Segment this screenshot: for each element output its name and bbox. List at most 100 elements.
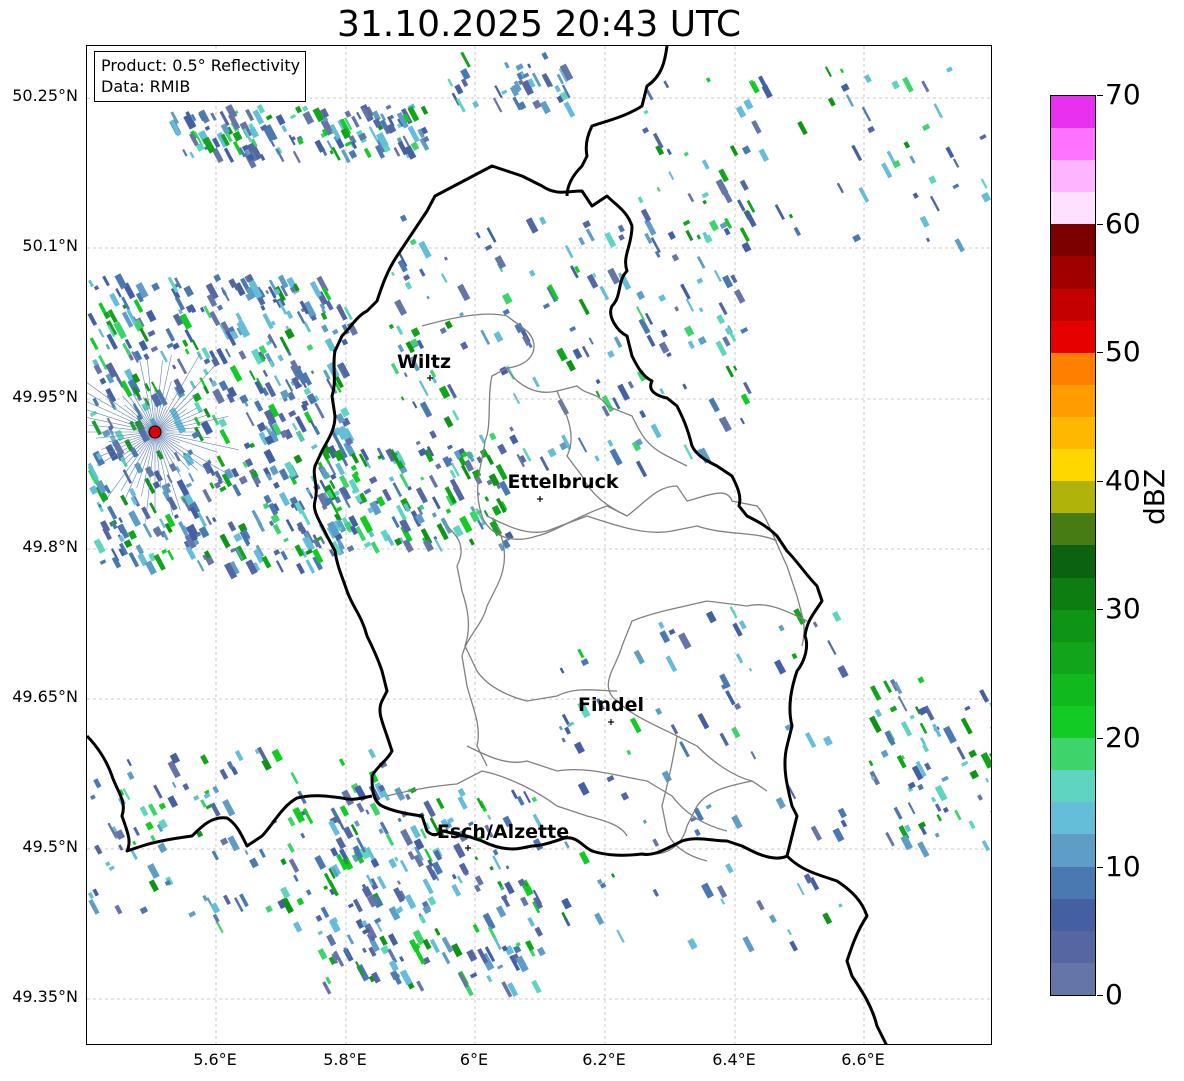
echo-cell [323, 885, 329, 891]
echo-cell [921, 123, 931, 132]
echo-cell [652, 838, 660, 847]
echo-cell [456, 97, 466, 113]
echo-cell [153, 784, 163, 799]
echo-cell [126, 771, 135, 780]
colorbar-bin [1051, 673, 1095, 707]
echo-cell [946, 66, 953, 73]
echo-cell [480, 329, 491, 346]
echo-cell [607, 267, 621, 285]
echo-cell [698, 307, 704, 313]
echo-cell [87, 312, 98, 326]
echo-cell [330, 847, 339, 857]
echo-cell [719, 732, 729, 747]
colorbar-bin [1051, 192, 1095, 225]
echo-cell [893, 806, 903, 820]
echo-cell [743, 98, 754, 111]
radar-site-marker[interactable] [148, 425, 162, 439]
germany-border [785, 854, 888, 1044]
echo-cell [280, 858, 287, 866]
echo-cell [685, 229, 694, 242]
echo-cell [466, 949, 478, 962]
echo-cell [685, 298, 695, 312]
echo-cell [185, 482, 192, 488]
echo-cell [317, 948, 328, 960]
lon-tick-label: 6.4°E [712, 1050, 756, 1069]
echo-cell [735, 105, 747, 119]
colorbar-bin [1051, 320, 1095, 353]
radar-map[interactable] [86, 45, 992, 1045]
radar-site-dot[interactable] [148, 425, 162, 439]
info-box: Product: 0.5° Reflectivity Data: RMIB [94, 51, 307, 102]
echo-cell [715, 178, 729, 196]
district-boundary [461, 525, 506, 767]
echo-cell [118, 844, 124, 851]
echo-cell [737, 199, 746, 212]
echo-cell [925, 237, 931, 243]
echo-cell [509, 426, 514, 432]
echo-cell [132, 840, 137, 846]
echo-cell [739, 227, 750, 243]
echo-cell [730, 274, 738, 284]
echo-cell [581, 345, 590, 358]
echo-cell [718, 301, 728, 316]
echo-cell [419, 401, 433, 418]
echo-cell [494, 85, 503, 99]
colorbar-bin [1051, 513, 1095, 546]
echo-cell [977, 794, 983, 801]
echo-cell [235, 312, 243, 321]
echo-cell [750, 751, 757, 760]
echo-cell [200, 420, 213, 436]
echo-cell [474, 875, 484, 886]
echo-cell [394, 299, 408, 316]
echo-cell [376, 922, 383, 932]
echo-cell [722, 336, 731, 347]
colorbar-bin [1051, 160, 1095, 193]
echo-cell [196, 559, 205, 572]
echo-cell [142, 523, 153, 538]
echo-cell [323, 369, 331, 381]
echo-cell [827, 640, 837, 655]
echo-cell [278, 491, 291, 507]
echo-cell [292, 150, 301, 164]
echo-cell [148, 879, 159, 892]
echo-cell [215, 920, 224, 934]
echo-cell [556, 347, 568, 362]
echo-cell [263, 494, 272, 504]
echo-cell [751, 120, 762, 134]
echo-cell [412, 401, 418, 409]
echo-cell [296, 897, 305, 906]
echo-cell [400, 828, 414, 847]
echo-cell [209, 482, 215, 489]
echo-cell [851, 144, 863, 162]
echo-cell [684, 325, 695, 337]
echo-cell [171, 781, 177, 788]
echo-cell [167, 549, 175, 561]
echo-cell [572, 348, 583, 360]
echo-cell [701, 159, 710, 170]
echo-cell [272, 523, 282, 535]
echo-cell [789, 940, 798, 952]
echo-cell [93, 538, 106, 554]
echo-cell [126, 758, 132, 767]
echo-cell [845, 94, 854, 107]
echo-cell [964, 705, 971, 712]
echo-cell [418, 447, 427, 457]
echo-cell [495, 463, 508, 481]
echo-cell [150, 345, 159, 353]
echo-cell [942, 806, 949, 814]
echo-cell [399, 473, 409, 488]
echo-cell [128, 510, 142, 527]
echo-cell [418, 380, 429, 397]
echo-cell [368, 476, 378, 485]
echo-cell [509, 434, 519, 445]
echo-cell [839, 68, 845, 74]
echo-cell [314, 402, 325, 419]
echo-cell [902, 76, 914, 93]
echo-cell [881, 162, 893, 179]
echo-cell [120, 494, 129, 506]
lon-tick-label: 5.8°E [323, 1050, 367, 1069]
echo-cell [261, 758, 272, 771]
echo-cell [447, 78, 454, 87]
echo-cell [88, 898, 100, 915]
echo-cell [920, 826, 927, 836]
